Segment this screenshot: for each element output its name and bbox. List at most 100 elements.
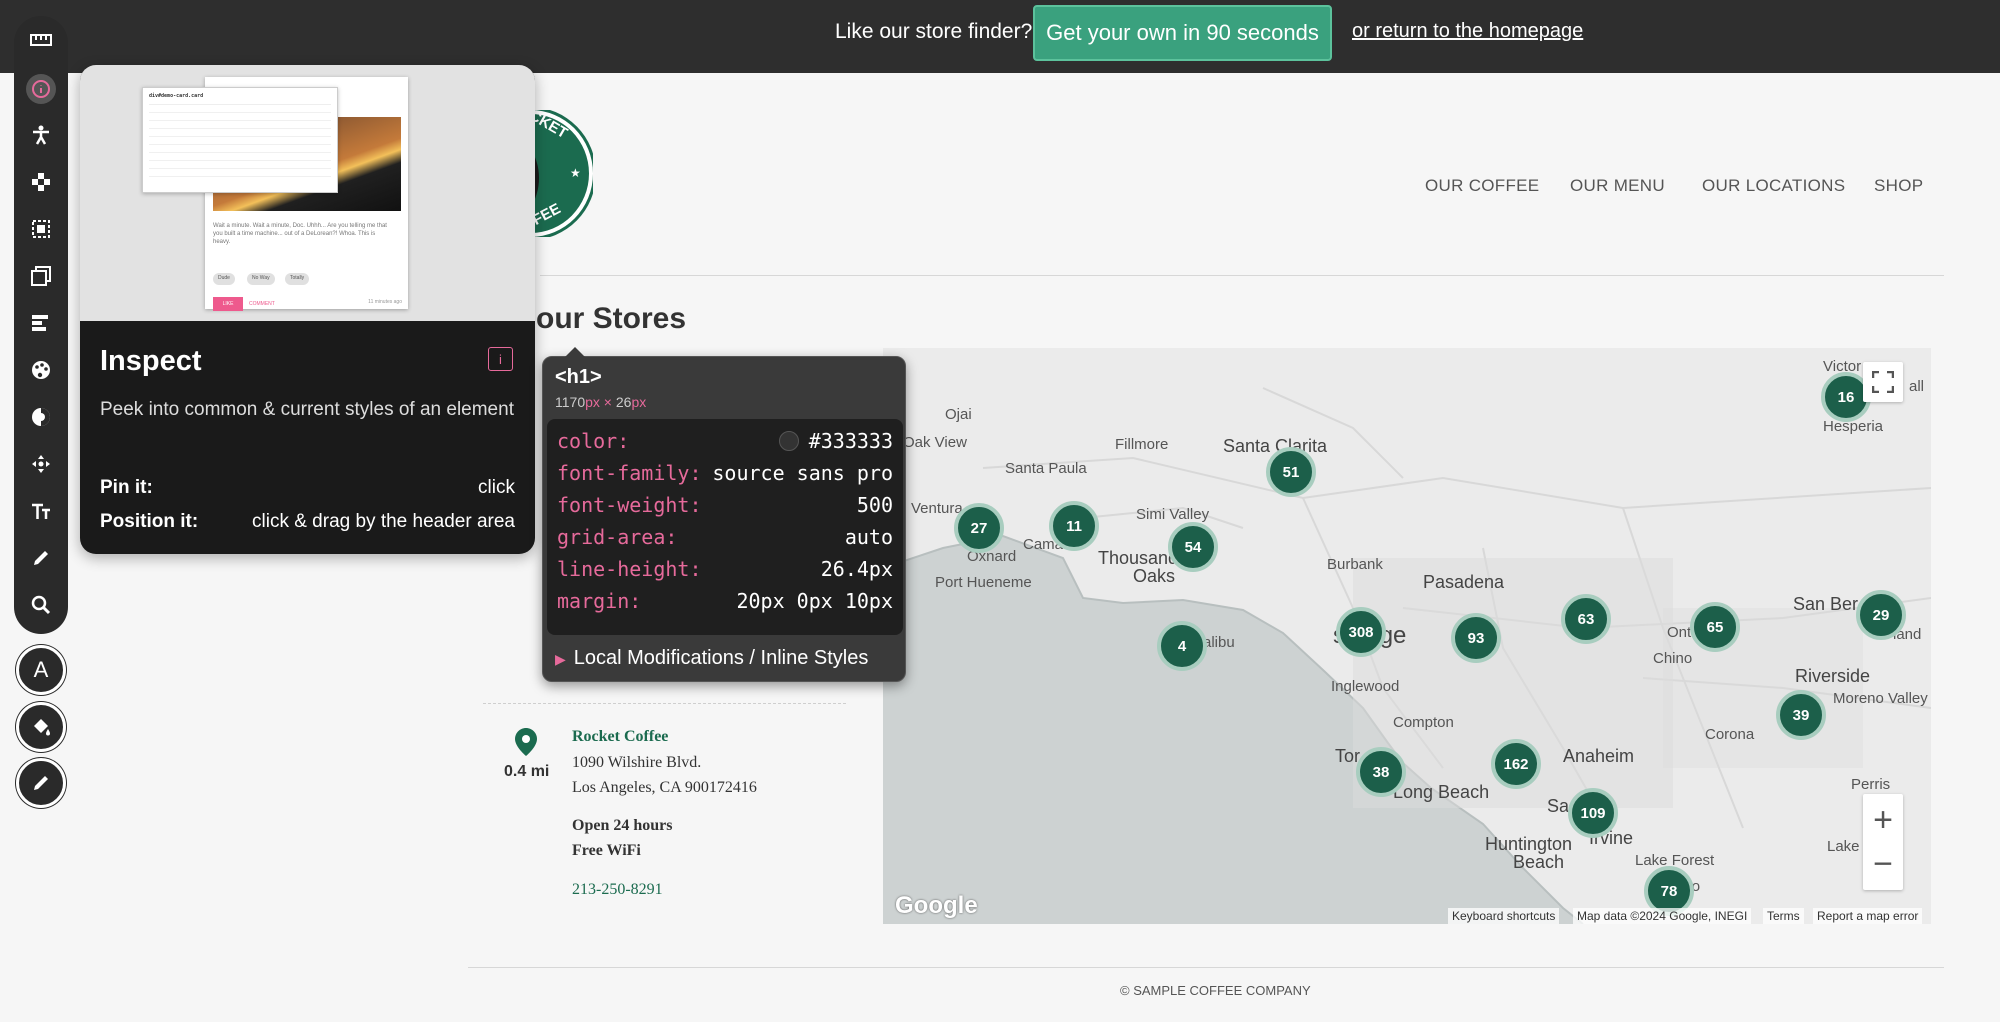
element-tag: <h1> — [555, 366, 602, 388]
promo-banner: Like our store finder? Get your own in 9… — [0, 0, 2000, 73]
prop-value: 20px 0px 10px — [736, 589, 893, 613]
position-icon[interactable] — [28, 451, 54, 477]
inspect-panel[interactable]: Wait a minute. Wait a minute, Doc. Uhhh.… — [80, 65, 535, 554]
store-cluster-marker[interactable]: 93 — [1451, 613, 1501, 663]
report-map-error-link[interactable]: Report a map error — [1813, 908, 1923, 924]
map-label: Perris — [1851, 776, 1891, 793]
map-label: Oak View — [903, 434, 967, 451]
local-modifications-label: Local Modifications / Inline Styles — [573, 647, 869, 669]
nav-our-coffee[interactable]: OUR COFFEE — [1425, 176, 1539, 196]
star-icon: ★ — [570, 166, 581, 180]
prop-name: font-family: — [557, 461, 702, 485]
store-cluster-marker[interactable]: 29 — [1856, 590, 1906, 640]
store-cluster-marker[interactable]: 51 — [1266, 447, 1316, 497]
info-icon[interactable] — [26, 74, 56, 104]
store-cluster-marker[interactable]: 65 — [1690, 602, 1740, 652]
color-swatch[interactable] — [778, 431, 799, 451]
hue-icon[interactable] — [28, 404, 54, 430]
preview-inspect-popover: div#demo-card.card — [142, 87, 338, 193]
padding-icon[interactable] — [28, 263, 54, 289]
prop-value: 26.4px — [820, 557, 893, 581]
store-cluster-marker[interactable]: 27 — [954, 503, 1004, 553]
map-label: Chino — [1653, 650, 1693, 667]
nav-our-menu[interactable]: OUR MENU — [1570, 176, 1665, 196]
store-address-line1: 1090 Wilshire Blvd. — [572, 754, 702, 771]
store-cluster-marker[interactable]: 308 — [1336, 607, 1386, 657]
prop-name: margin: — [557, 589, 642, 613]
terms-link[interactable]: Terms — [1763, 908, 1804, 924]
element-inspect-popover[interactable]: <h1> 1170px × 26px color: #333333 font-f… — [542, 347, 906, 682]
prop-value: auto — [844, 525, 893, 549]
devtools-toolbar — [14, 16, 68, 634]
store-cluster-marker[interactable]: 109 — [1568, 788, 1618, 838]
map-label: Long Beach — [1393, 782, 1490, 802]
banner-prompt: Like our store finder? — [835, 20, 1033, 43]
prop-name: font-weight: — [557, 493, 702, 517]
zoom-control: + − — [1863, 794, 1903, 890]
fill-bucket-icon[interactable] — [16, 702, 66, 752]
pin-label: Pin it: — [100, 477, 153, 498]
map-label: Ojai — [945, 406, 972, 423]
margin-icon[interactable] — [28, 216, 54, 242]
nav-shop[interactable]: SHOP — [1874, 176, 1923, 196]
keyboard-shortcuts-link[interactable]: Keyboard shortcuts — [1448, 908, 1560, 924]
store-cluster-marker[interactable]: 4 — [1157, 621, 1207, 671]
element-dimensions: 1170px × 26px — [555, 394, 646, 410]
store-phone-link[interactable]: 213-250-8291 — [572, 881, 663, 899]
footer-divider — [468, 967, 1944, 968]
inspect-preview: Wait a minute. Wait a minute, Doc. Uhhh.… — [80, 65, 535, 321]
palette-icon[interactable] — [28, 357, 54, 383]
preview-selector: div#demo-card.card — [149, 93, 204, 99]
text-icon[interactable] — [28, 498, 54, 524]
ruler-icon[interactable] — [28, 27, 54, 53]
store-hours: Open 24 hours — [572, 817, 673, 834]
map-label: Santa Paula — [1005, 460, 1087, 477]
store-cluster-marker[interactable]: 39 — [1776, 690, 1826, 740]
pencil-icon[interactable] — [28, 545, 54, 571]
local-modifications-toggle[interactable]: ▶ Local Modifications / Inline Styles — [555, 647, 868, 670]
store-map[interactable]: Santa Clarita Fillmore Santa Paula Ojai … — [883, 348, 1931, 924]
map-label: Inglewood — [1331, 678, 1400, 695]
pin-value: click — [478, 477, 515, 498]
map-label: Sa — [1547, 796, 1570, 816]
fullscreen-icon[interactable] — [1863, 362, 1903, 402]
footer-copyright: © SAMPLE COFFEE COMPANY — [1120, 983, 1311, 998]
preview-comment: COMMENT — [249, 301, 275, 307]
map-label: Port Hueneme — [935, 574, 1032, 591]
unit-label: px — [631, 394, 647, 410]
store-cluster-marker[interactable]: 38 — [1356, 747, 1406, 797]
zoom-out-button[interactable]: − — [1873, 842, 1893, 886]
prop-value: source sans pro — [712, 461, 893, 485]
element-height: 26 — [615, 394, 632, 410]
map-label: Fillmore — [1115, 436, 1169, 453]
return-homepage-link[interactable]: or return to the homepage — [1352, 20, 1583, 43]
store-address-line2: Los Angeles, CA 900172416 — [572, 779, 757, 796]
store-cluster-marker[interactable]: 63 — [1561, 594, 1611, 644]
map-label: alibu — [1203, 634, 1235, 651]
accessibility-icon[interactable] — [28, 122, 54, 148]
pencil-icon[interactable] — [16, 758, 66, 808]
map-label: Anaheim — [1563, 746, 1635, 766]
prop-value-text: #333333 — [808, 429, 893, 453]
store-cluster-marker[interactable]: 11 — [1049, 501, 1099, 551]
search-icon[interactable] — [28, 592, 54, 618]
caret-right-icon: ▶ — [555, 651, 566, 667]
move-icon[interactable] — [28, 169, 54, 195]
store-cluster-marker[interactable]: 54 — [1168, 522, 1218, 572]
store-cluster-marker[interactable]: 162 — [1491, 739, 1541, 789]
nav-our-locations[interactable]: OUR LOCATIONS — [1702, 176, 1845, 196]
align-icon[interactable] — [28, 310, 54, 336]
map-label: Ont — [1667, 624, 1692, 641]
map-label: Moreno Valley — [1833, 690, 1928, 707]
google-logo[interactable]: Google — [895, 892, 978, 920]
zoom-in-button[interactable]: + — [1873, 798, 1893, 842]
map-label: Beach — [1513, 852, 1565, 872]
preview-chip: No Way — [247, 273, 275, 285]
prop-value: #333333 — [778, 429, 893, 453]
times-sign: × — [603, 394, 612, 410]
store-amenity: Free WiFi — [572, 842, 641, 859]
store-name-link[interactable]: Rocket Coffee — [572, 728, 668, 746]
get-store-finder-button[interactable]: Get your own in 90 seconds — [1033, 5, 1332, 61]
preview-chip: Totally — [285, 273, 310, 285]
text-color-button[interactable]: A — [16, 645, 66, 695]
